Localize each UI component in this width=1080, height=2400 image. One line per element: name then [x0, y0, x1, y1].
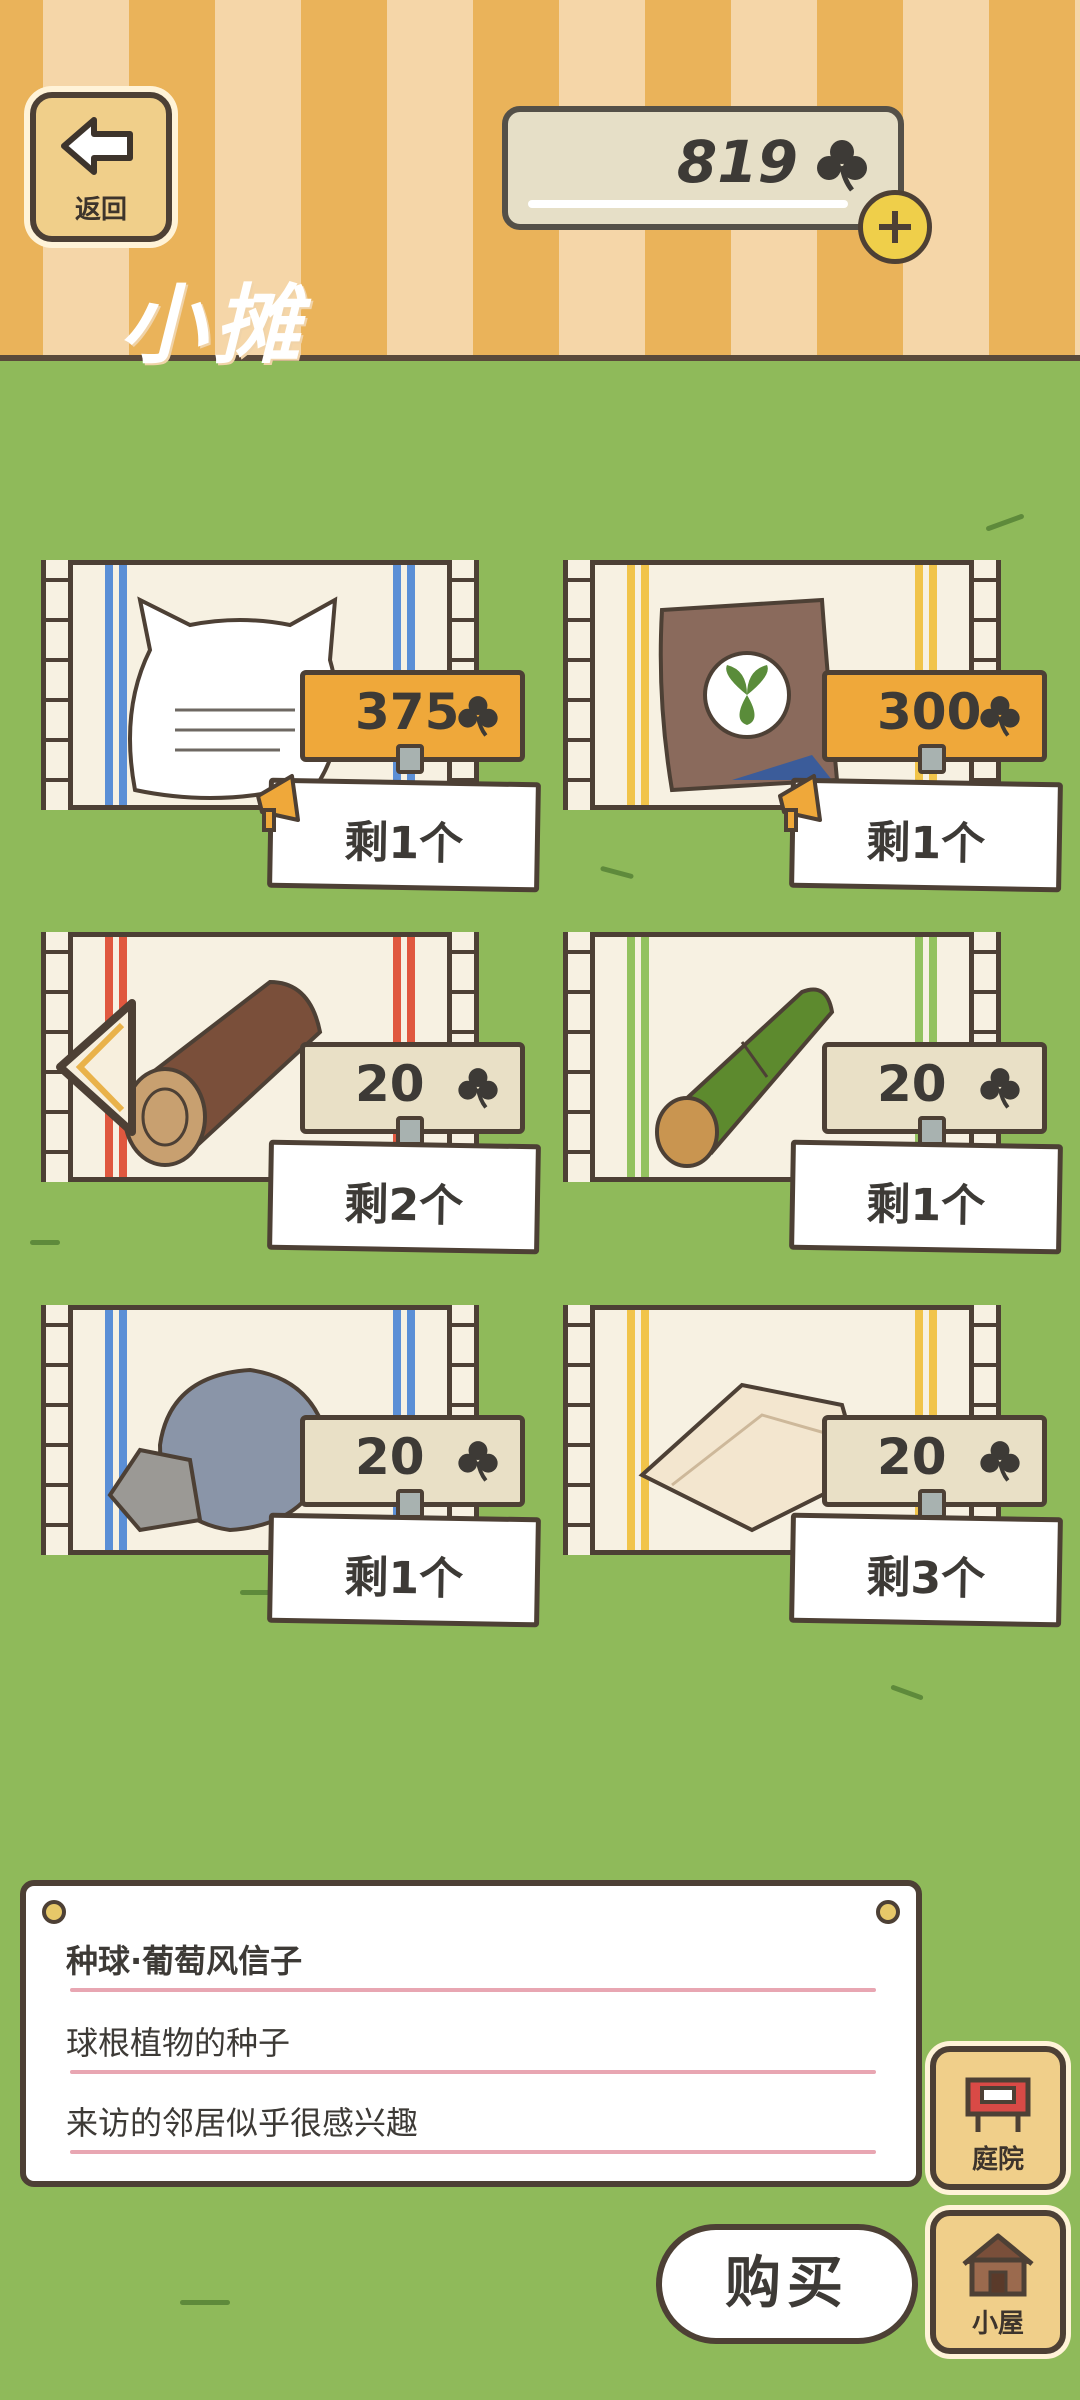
- shop-item-cat-cushion[interactable]: 375 剩1个: [40, 560, 541, 893]
- item-name: 种球·葡萄风信子: [66, 1942, 303, 1980]
- clover-icon: [458, 696, 498, 737]
- prev-page-arrow-icon[interactable]: [52, 995, 142, 1140]
- grass-tuft: [890, 1684, 924, 1701]
- clover-icon: [817, 140, 867, 192]
- stock-label: 剩2个: [267, 1139, 541, 1255]
- back-arrow-icon: [61, 117, 133, 175]
- house-label: 小屋: [971, 2309, 1024, 2339]
- coin-bar-highlight: [528, 200, 848, 208]
- price-value: 20: [877, 1055, 947, 1113]
- clover-icon: [458, 1068, 498, 1109]
- grass-tuft: [180, 2300, 230, 2305]
- pin-icon: [42, 1900, 66, 1924]
- price-value: 375: [355, 683, 460, 741]
- shop-item-bamboo[interactable]: 20 剩1个: [562, 932, 1063, 1262]
- stock-label: 剩3个: [789, 1512, 1063, 1628]
- coin-counter: 819: [502, 106, 904, 230]
- clover-icon: [458, 1441, 498, 1482]
- house-button[interactable]: 小屋: [930, 2210, 1066, 2354]
- clover-icon: [980, 1068, 1020, 1109]
- back-button[interactable]: 返回: [30, 92, 172, 242]
- megaphone-icon: [778, 774, 822, 832]
- price-value: 20: [355, 1055, 425, 1113]
- item-desc-line-2: 来访的邻居似乎很感兴趣: [66, 2104, 419, 2142]
- header-bar: 返回 819 小摊: [0, 0, 1080, 376]
- yard-button[interactable]: 庭院: [930, 2046, 1066, 2190]
- add-coins-button[interactable]: [858, 190, 932, 264]
- clover-icon: [980, 1441, 1020, 1482]
- stock-label: 剩1个: [789, 1139, 1063, 1255]
- yard-label: 庭院: [971, 2145, 1024, 2175]
- back-label: 返回: [74, 195, 127, 225]
- item-description-panel: 种球·葡萄风信子 球根植物的种子 来访的邻居似乎很感兴趣: [20, 1880, 922, 2187]
- coin-amount: 819: [676, 128, 798, 196]
- page-title: 小摊: [120, 276, 308, 376]
- grass-tuft: [985, 513, 1025, 532]
- price-value: 20: [355, 1428, 425, 1486]
- price-value: 20: [877, 1428, 947, 1486]
- yard-icon: [965, 2077, 1031, 2132]
- stock-label: 剩1个: [267, 1512, 541, 1628]
- price-value: 300: [877, 683, 982, 741]
- house-icon: [962, 2233, 1034, 2297]
- item-desc-line-1: 球根植物的种子: [66, 2024, 291, 2062]
- clover-icon: [980, 696, 1020, 737]
- megaphone-icon: [256, 774, 300, 832]
- shop-item-stone[interactable]: 20 剩1个: [40, 1305, 541, 1635]
- pin-icon: [876, 1900, 900, 1924]
- buy-button[interactable]: 购买: [656, 2224, 918, 2344]
- shop-item-seed-bag[interactable]: 300 剩1个: [562, 560, 1063, 893]
- shop-item-cloth-cushion[interactable]: 20 剩3个: [562, 1305, 1063, 1635]
